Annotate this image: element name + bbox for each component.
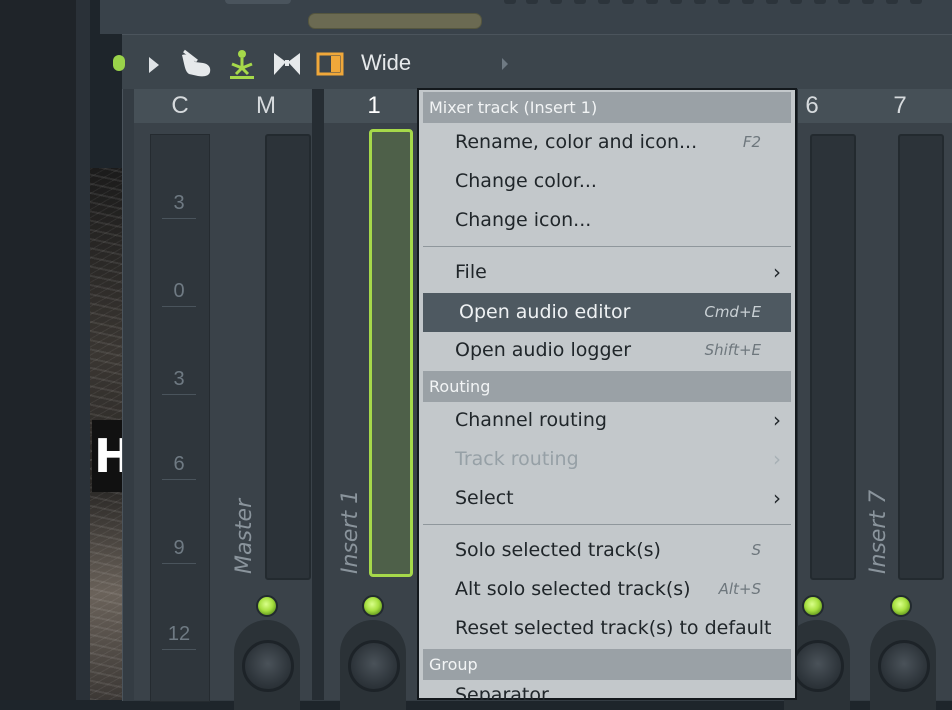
insert7-fader[interactable]	[898, 134, 944, 580]
scale-label: 9	[173, 537, 185, 559]
shortcut: Cmd+E	[704, 303, 761, 321]
shortcut: Shift+E	[704, 341, 761, 359]
scale-label: 12	[167, 623, 191, 645]
master-led[interactable]	[256, 595, 278, 617]
status-led	[113, 55, 125, 71]
top-slider[interactable]	[308, 13, 482, 29]
scale-label: 6	[173, 453, 185, 475]
scale-label: 0	[173, 280, 185, 302]
strip-name-master: Master	[232, 498, 257, 574]
chevron-right-icon[interactable]	[498, 55, 512, 73]
strip-header-m[interactable]: M	[246, 89, 286, 123]
chevron-right-icon: ›	[773, 408, 781, 432]
menu-item-separator[interactable]: Separator	[423, 680, 791, 700]
scale-label: 3	[173, 368, 185, 390]
shortcut: S	[751, 541, 761, 559]
menu-item-channel-routing[interactable]: Channel routing ›	[423, 401, 791, 440]
strip-header-1[interactable]: 1	[354, 89, 394, 123]
strip-name-insert1: Insert 1	[338, 489, 363, 574]
insert7-knob[interactable]	[878, 640, 930, 692]
insert6-led[interactable]	[802, 595, 824, 617]
menu-item-solo-selected[interactable]: Solo selected track(s) S	[423, 531, 791, 570]
menu-item-open-audio-editor[interactable]: Open audio editor Cmd+E	[423, 293, 791, 332]
insert7-led[interactable]	[890, 595, 912, 617]
menu-item-change-color[interactable]: Change color...	[423, 162, 791, 201]
master-fader[interactable]	[265, 134, 311, 580]
hand-icon[interactable]	[178, 48, 214, 80]
top-slot	[225, 0, 291, 4]
insert6-knob[interactable]	[792, 640, 844, 692]
strip-divider	[312, 89, 324, 700]
strip-header-6[interactable]: 6	[796, 89, 828, 123]
chevron-right-icon: ›	[773, 486, 781, 510]
menu-separator	[423, 246, 791, 247]
menu-item-track-routing: Track routing ›	[423, 440, 791, 479]
play-icon[interactable]	[145, 54, 163, 76]
menu-item-file[interactable]: File ›	[423, 253, 791, 292]
left-panel-edge	[76, 0, 90, 700]
shortcut: F2	[742, 133, 761, 151]
top-panel	[100, 0, 952, 34]
insert1-knob[interactable]	[348, 640, 400, 692]
insert6-fader[interactable]	[810, 134, 856, 580]
insert1-led[interactable]	[362, 595, 384, 617]
menu-item-change-icon[interactable]: Change icon...	[423, 201, 791, 240]
menu-separator	[423, 524, 791, 525]
menu-item-alt-solo-selected[interactable]: Alt solo selected track(s) Alt+S	[423, 570, 791, 609]
strip-name-insert7: Insert 7	[866, 489, 891, 574]
menu-item-rename[interactable]: Rename, color and icon... F2	[423, 123, 791, 162]
shortcut: Alt+S	[718, 580, 761, 598]
menu-header-group: Group	[423, 649, 791, 680]
strip-header-7[interactable]: 7	[880, 89, 920, 123]
menu-item-open-audio-logger[interactable]: Open audio logger Shift+E	[423, 331, 791, 370]
insert1-fader[interactable]	[369, 129, 413, 577]
menu-item-reset-selected[interactable]: Reset selected track(s) to default	[423, 609, 791, 648]
window-icon[interactable]	[316, 52, 344, 76]
person-arrow-icon[interactable]	[228, 48, 256, 80]
view-mode-label[interactable]: Wide	[361, 48, 411, 78]
chevron-right-icon: ›	[773, 447, 781, 471]
strip-header-c[interactable]: C	[160, 89, 200, 123]
master-knob[interactable]	[242, 640, 294, 692]
chevron-right-icon: ›	[773, 260, 781, 284]
menu-item-select[interactable]: Select ›	[423, 479, 791, 518]
menu-header-mixer-track: Mixer track (Insert 1)	[423, 92, 791, 123]
level-meter	[150, 134, 210, 702]
bowtie-icon[interactable]	[271, 50, 303, 78]
scale-label: 3	[173, 192, 185, 214]
left-panel	[0, 0, 76, 700]
menu-header-routing: Routing	[423, 371, 791, 402]
background-photo-text: H	[92, 420, 122, 492]
